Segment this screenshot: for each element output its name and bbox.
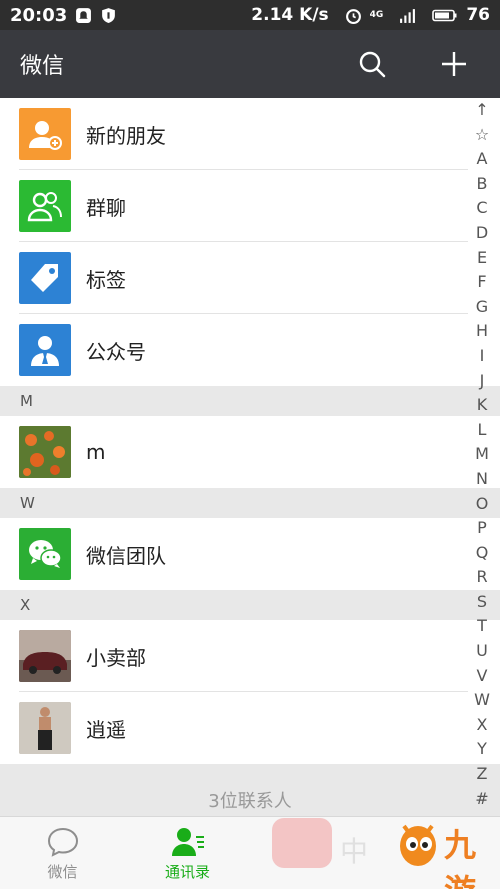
index-letter[interactable]: U [476,639,488,664]
official-accounts-item[interactable]: 公众号 [0,314,500,386]
notification-bell-icon [76,7,92,23]
section-header-w: W [0,488,500,518]
add-button[interactable] [434,44,474,84]
index-letter[interactable]: Q [476,541,489,566]
tab-contacts-label: 通讯录 [164,862,210,881]
index-letter[interactable]: ↑ [475,98,488,123]
tags-label: 标签 [86,267,126,292]
contact-name: 逍遥 [86,717,126,742]
index-letter[interactable]: T [477,614,487,639]
index-letter[interactable]: D [476,221,488,246]
group-chats-label: 群聊 [86,195,126,220]
index-letter[interactable]: O [476,492,489,517]
tab-chats[interactable]: 微信 [0,817,125,889]
app-header: 微信 [0,30,500,98]
contact-item-wechat-team[interactable]: 微信团队 [0,518,500,590]
chat-bubble-icon [47,827,78,857]
index-letter[interactable]: G [476,295,488,320]
index-letter[interactable]: I [480,344,485,369]
contact-item-shop[interactable]: 小卖部 [0,620,500,692]
flower-photo-avatar [19,426,71,478]
index-letter[interactable]: A [477,147,488,172]
index-letter[interactable]: N [476,467,488,492]
watermark-red-block [272,818,332,868]
contact-name: m [86,440,106,464]
contact-list[interactable]: 新的朋友 群聊 标签 公众号 M m W 微信团队 X 小卖部 逍遥 3位联系人 [0,98,500,816]
section-header-m: M [0,386,500,416]
group-chat-icon [19,180,71,232]
alphabet-index-bar[interactable]: ↑ ☆ A B C D E F G H I J K L M N O P Q R S T U V W X Y Z # [468,98,496,816]
official-account-icon [19,324,71,376]
watermark-brand: 九游 [444,826,477,889]
tab-chats-label: 微信 [47,862,78,881]
battery-level: 76 [466,5,490,25]
index-letter[interactable]: ☆ [475,123,489,148]
contact-name: 微信团队 [86,543,166,568]
contact-item-xiaoyao[interactable]: 逍遥 [0,692,500,764]
watermark-text: 中 [340,835,369,868]
index-letter[interactable]: K [477,393,488,418]
index-letter[interactable]: W [474,688,490,713]
battery-icon [432,9,457,21]
wechat-logo-avatar [19,528,71,580]
contacts-icon [171,827,204,856]
contact-name: 小卖部 [86,645,146,670]
status-bar: 20:03 2.14 K/s 4G 76 [0,0,500,30]
network-type: 4G [369,10,384,20]
index-letter[interactable]: M [475,442,489,467]
index-letter[interactable]: F [477,270,486,295]
index-letter[interactable]: Y [477,737,487,762]
official-accounts-label: 公众号 [86,339,146,364]
status-time: 20:03 [10,4,68,26]
contact-item-m[interactable]: m [0,416,500,488]
index-letter[interactable]: C [476,196,487,221]
new-friends-item[interactable]: 新的朋友 [0,98,500,170]
tab-contacts[interactable]: 通讯录 [125,817,250,889]
search-button[interactable] [352,44,392,84]
watermark-overlay: 中 九游 [260,800,500,889]
network-speed: 2.14 K/s [251,5,329,25]
index-letter[interactable]: V [477,664,488,689]
section-header-x: X [0,590,500,620]
index-letter[interactable]: P [477,516,487,541]
index-letter[interactable]: L [478,418,487,443]
index-letter[interactable]: B [477,172,488,197]
index-letter[interactable]: X [477,713,488,738]
jiuyou-logo-icon [400,824,436,866]
car-photo-avatar [19,630,71,682]
person-photo-avatar [19,702,71,754]
index-letter[interactable]: S [477,590,487,615]
tag-icon [19,252,71,304]
index-letter[interactable]: Z [477,762,488,787]
group-chats-item[interactable]: 群聊 [0,170,500,242]
index-letter[interactable]: H [476,319,488,344]
index-letter[interactable]: J [480,369,485,394]
tags-item[interactable]: 标签 [0,242,500,314]
page-title: 微信 [20,54,65,79]
shield-icon [102,7,116,23]
plus-icon [442,52,466,76]
signal-icon [400,8,416,23]
index-letter[interactable]: R [476,565,487,590]
index-letter[interactable]: E [477,246,487,271]
add-friend-icon [19,108,71,160]
search-icon [359,51,386,78]
alarm-icon [345,8,361,24]
new-friends-label: 新的朋友 [86,123,166,148]
